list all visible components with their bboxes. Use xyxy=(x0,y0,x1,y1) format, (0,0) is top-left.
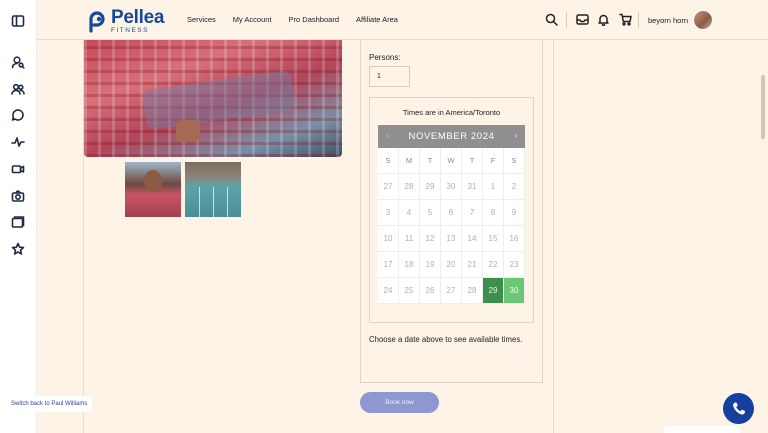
toolbar-divider xyxy=(566,12,567,28)
weekday-header: F xyxy=(483,148,504,174)
calendar-day: 27 xyxy=(378,174,399,200)
calendar-day: 10 xyxy=(378,226,399,252)
user-name[interactable]: beyorn horn xyxy=(648,16,688,25)
weekday-header: T xyxy=(420,148,441,174)
calendar-day: 26 xyxy=(420,278,441,304)
nav-my-account[interactable]: My Account xyxy=(233,15,272,24)
persons-label: Persons: xyxy=(369,53,401,62)
star-icon[interactable] xyxy=(11,242,25,256)
calendar-day: 31 xyxy=(462,174,483,200)
calendar-day: 21 xyxy=(462,252,483,278)
calendar-day: 3 xyxy=(378,200,399,226)
nav-pro-dashboard[interactable]: Pro Dashboard xyxy=(289,15,339,24)
calendar-day: 30 xyxy=(441,174,462,200)
calendar-day: 5 xyxy=(420,200,441,226)
calendar-day: 12 xyxy=(420,226,441,252)
users-icon[interactable] xyxy=(11,82,25,96)
brand-subtitle: FITNESS xyxy=(111,27,149,34)
calendar-day: 14 xyxy=(462,226,483,252)
chat-icon[interactable] xyxy=(11,108,25,122)
search-icon[interactable] xyxy=(545,13,558,26)
toolbar-divider xyxy=(638,12,639,28)
calendar-month: NOVEMBER 2024 xyxy=(408,131,495,142)
image-detail xyxy=(213,187,214,217)
calendar-day: 1 xyxy=(483,174,504,200)
folder-icon[interactable] xyxy=(11,215,25,229)
image-detail xyxy=(141,69,297,131)
top-navbar: Pellea FITNESS Services My Account Pro D… xyxy=(37,0,768,40)
brand-name: Pellea xyxy=(111,7,165,28)
calendar-day: 6 xyxy=(441,200,462,226)
calendar-day: 25 xyxy=(399,278,420,304)
nav-affiliate-area[interactable]: Affiliate Area xyxy=(356,15,398,24)
calendar-day: 28 xyxy=(399,174,420,200)
calendar-day-available[interactable]: 29 xyxy=(483,278,504,304)
calendar-grid: S M T W T F S 27 28 29 30 31 1 2 3 4 5 6 7 8 9 10 11 12 13 14 15 16… xyxy=(378,148,525,304)
calendar-day: 16 xyxy=(504,226,525,252)
phone-icon xyxy=(732,402,745,415)
inbox-icon[interactable] xyxy=(576,13,589,26)
calendar-day: 19 xyxy=(420,252,441,278)
brand-logo[interactable]: Pellea FITNESS xyxy=(85,8,164,35)
phone-call-button[interactable] xyxy=(723,393,754,424)
calendar-day: 23 xyxy=(504,252,525,278)
calendar-day: 20 xyxy=(441,252,462,278)
content-divider xyxy=(553,40,554,433)
image-detail xyxy=(176,120,200,142)
image-detail xyxy=(227,187,228,217)
video-icon[interactable] xyxy=(11,162,25,176)
weekday-header: T xyxy=(462,148,483,174)
book-now-button[interactable]: Book now xyxy=(360,392,439,413)
calendar-day: 2 xyxy=(504,174,525,200)
nav-services[interactable]: Services xyxy=(187,15,216,24)
calendar-day: 4 xyxy=(399,200,420,226)
calendar-header: ‹ NOVEMBER 2024 › xyxy=(378,125,525,148)
calendar-day-available[interactable]: 30 xyxy=(504,278,525,304)
persons-input[interactable] xyxy=(369,66,410,87)
user-search-icon[interactable] xyxy=(11,55,25,69)
calendar-day: 8 xyxy=(483,200,504,226)
left-sidebar xyxy=(0,0,37,433)
calendar-day: 17 xyxy=(378,252,399,278)
main-nav: Services My Account Pro Dashboard Affili… xyxy=(187,15,398,24)
activity-icon[interactable] xyxy=(11,135,25,149)
calendar-day: 28 xyxy=(462,278,483,304)
chat-widget-tab[interactable] xyxy=(664,426,740,433)
calendar-day: 29 xyxy=(420,174,441,200)
logo-mark-icon xyxy=(89,11,105,33)
calendar-day: 24 xyxy=(378,278,399,304)
cart-icon[interactable] xyxy=(619,13,632,26)
calendar-day: 9 xyxy=(504,200,525,226)
gallery-thumbnail-2[interactable] xyxy=(185,162,241,217)
image-detail xyxy=(144,170,162,192)
switch-back-link[interactable]: Switch back to Paul Williams xyxy=(6,396,93,412)
weekday-header: M xyxy=(399,148,420,174)
weekday-header: S xyxy=(504,148,525,174)
timezone-label: Times are in America/Toronto xyxy=(402,108,501,117)
weekday-header: S xyxy=(378,148,399,174)
panel-toggle-icon[interactable] xyxy=(11,14,25,28)
calendar-day: 13 xyxy=(441,226,462,252)
avatar[interactable] xyxy=(693,10,713,30)
calendar-day: 27 xyxy=(441,278,462,304)
choose-date-hint: Choose a date above to see available tim… xyxy=(369,335,523,344)
weekday-header: W xyxy=(441,148,462,174)
calendar-day: 7 xyxy=(462,200,483,226)
calendar-day: 18 xyxy=(399,252,420,278)
gallery-thumbnail-1[interactable] xyxy=(125,162,181,217)
calendar-day: 15 xyxy=(483,226,504,252)
service-main-image xyxy=(84,40,342,157)
page-scrollbar[interactable] xyxy=(761,75,765,139)
camera-icon[interactable] xyxy=(11,189,25,203)
calendar-day: 22 xyxy=(483,252,504,278)
calendar-day: 11 xyxy=(399,226,420,252)
bell-icon[interactable] xyxy=(597,13,610,27)
image-detail xyxy=(199,187,200,217)
next-month-button[interactable]: › xyxy=(514,131,517,140)
